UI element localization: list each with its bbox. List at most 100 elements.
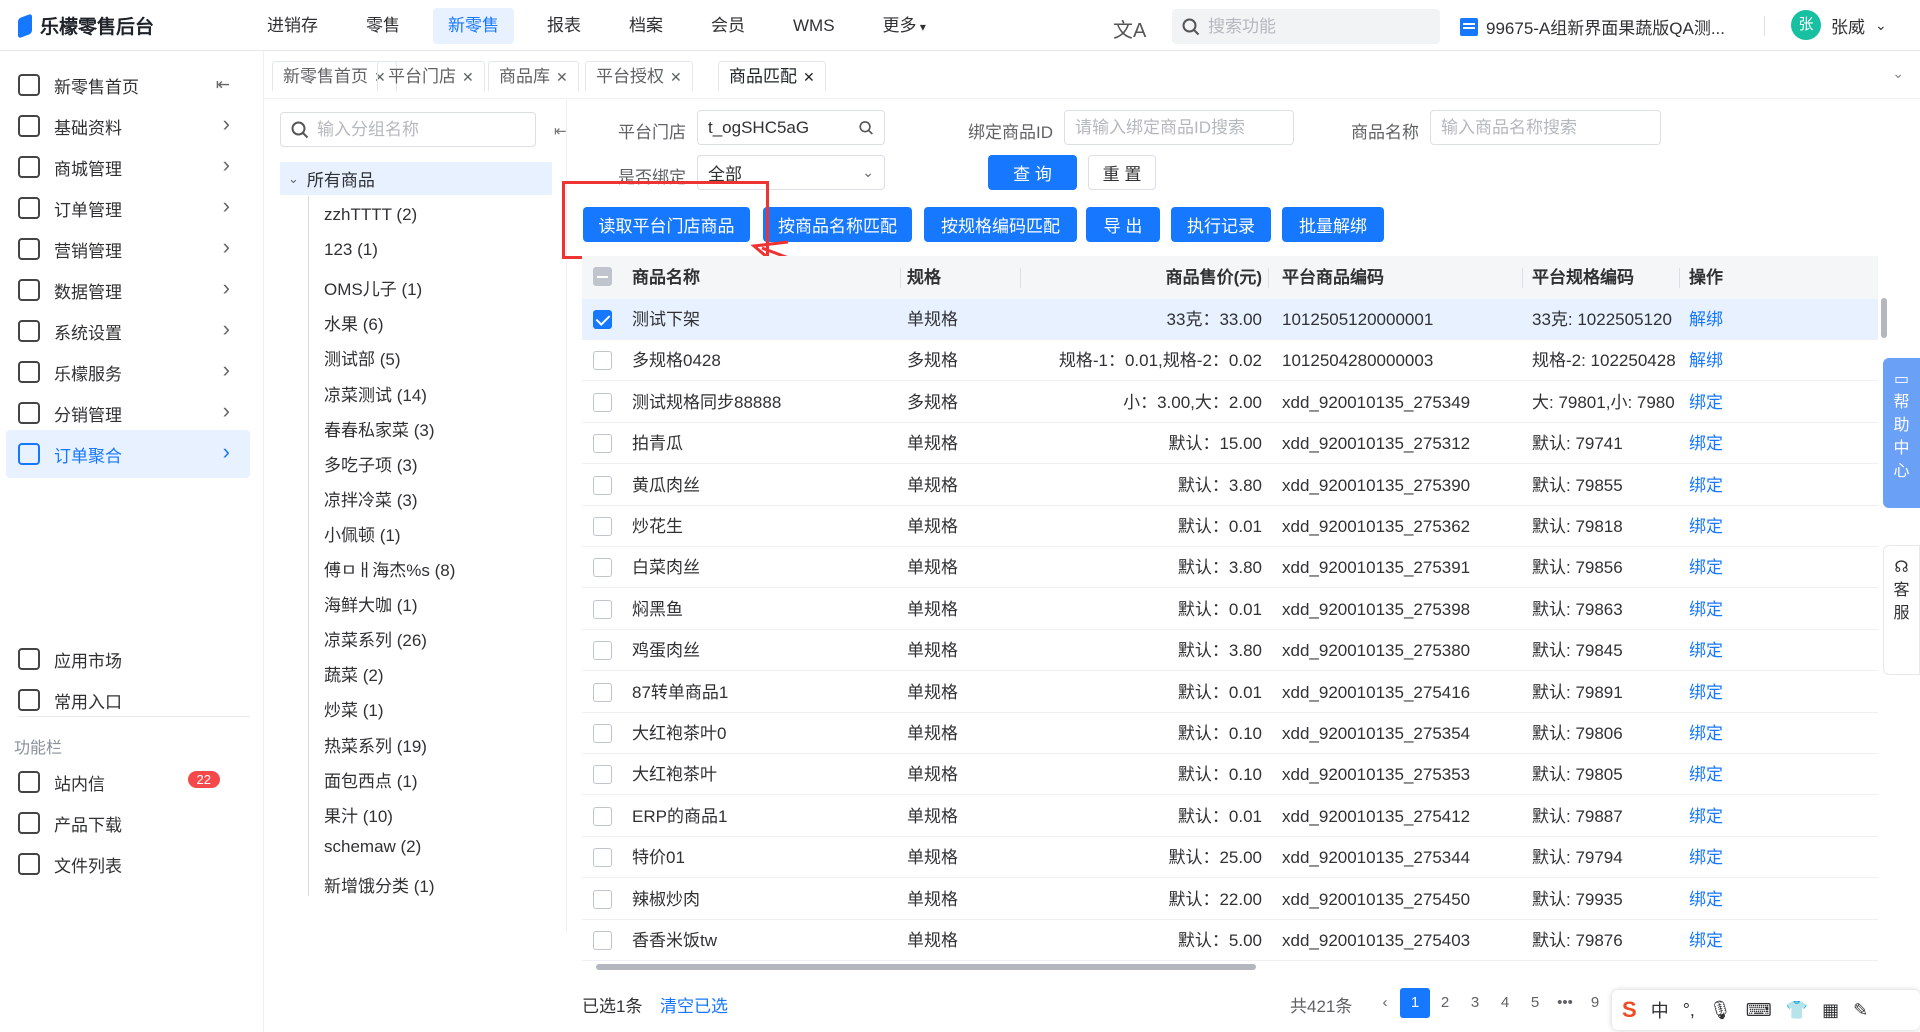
store-selector[interactable]: 99675-A组新界面果蔬版QA测... (1460, 14, 1725, 39)
nav-item-4[interactable]: 档案 (614, 8, 678, 44)
row-action-link[interactable]: 绑定 (1689, 879, 1723, 920)
table-row[interactable]: 香香米饭tw 单规格 默认：5.00 xdd_920010135_275403 默认: … (582, 920, 1878, 961)
row-checkbox[interactable] (593, 765, 612, 785)
page-number[interactable]: ••• (1550, 988, 1580, 1018)
tree-node[interactable]: 水果 (6) (324, 310, 384, 335)
tree-node[interactable]: 炒菜 (1) (324, 696, 384, 721)
nav-item-2[interactable]: 新零售 (433, 8, 514, 44)
row-checkbox[interactable] (593, 848, 612, 868)
ime-punct[interactable]: °, (1683, 1000, 1695, 1021)
table-row[interactable]: 测试规格同步88888 多规格 小：3.00,大：2.00 xdd_920010135… (582, 382, 1878, 423)
table-row[interactable]: 大红袍茶叶0 单规格 默认：0.10 xdd_920010135_275354 默认: … (582, 713, 1878, 754)
row-checkbox[interactable] (593, 392, 612, 412)
query-button[interactable]: 查 询 (988, 155, 1077, 190)
nav-item-5[interactable]: 会员 (696, 8, 760, 44)
tree-node[interactable]: 多吃子项 (3) (324, 451, 418, 476)
row-action-link[interactable]: 绑定 (1689, 423, 1723, 464)
table-row[interactable]: 黄瓜肉丝 单规格 默认：3.80 xdd_920010135_275390 默认: 79… (582, 465, 1878, 506)
row-action-link[interactable]: 解绑 (1689, 340, 1723, 381)
help-center-button[interactable]: ▭ 帮助中心 (1883, 358, 1920, 508)
skin-icon[interactable]: 👕 (1786, 1000, 1808, 1021)
translate-icon[interactable]: 文A (1113, 14, 1146, 43)
tree-node[interactable]: 凉拌冷菜 (3) (324, 486, 418, 511)
tree-node[interactable]: 凉菜系列 (26) (324, 626, 427, 651)
row-checkbox[interactable] (593, 682, 612, 702)
tree-node[interactable]: 春春私家菜 (3) (324, 416, 435, 441)
page-number[interactable]: 5 (1520, 988, 1550, 1018)
keyboard-icon[interactable]: ⌨ (1746, 1000, 1772, 1021)
table-row[interactable]: 拍青瓜 单规格 默认：15.00 xdd_920010135_275312 默认: 79… (582, 423, 1878, 465)
row-checkbox[interactable] (593, 310, 612, 329)
tab-3[interactable]: 平台授权 ✕ (585, 61, 693, 91)
table-row[interactable]: 辣椒炒肉 单规格 默认：22.00 xdd_920010135_275450 默认: 7… (582, 879, 1878, 920)
table-row[interactable]: ERP的商品1 单规格 默认：0.01 xdd_920010135_275412 默认:… (582, 796, 1878, 837)
tree-node[interactable]: schemaw (2) (324, 837, 421, 857)
row-action-link[interactable]: 解绑 (1689, 299, 1723, 340)
page-number[interactable]: 2 (1430, 988, 1460, 1018)
tree-node[interactable]: 热菜系列 (19) (324, 732, 427, 757)
row-action-link[interactable]: 绑定 (1689, 754, 1723, 795)
prev-page-icon[interactable]: ‹ (1370, 988, 1400, 1018)
nav-item-0[interactable]: 进销存 (252, 8, 333, 44)
table-row[interactable]: 多规格0428 多规格 规格-1：0.01,规格-2：0.02 10125042800… (582, 340, 1878, 382)
reset-button[interactable]: 重 置 (1088, 155, 1156, 190)
row-action-link[interactable]: 绑定 (1689, 382, 1723, 423)
collapse-tree-icon[interactable]: ⇤ (554, 122, 567, 140)
nav-item-6[interactable]: WMS (778, 8, 850, 44)
bind-id-input[interactable] (1075, 117, 1283, 138)
microphone-icon[interactable]: 🎙 (1709, 1000, 1732, 1021)
select-all-checkbox[interactable] (593, 267, 612, 286)
tree-root[interactable]: ⌄ 所有商品 (280, 162, 552, 195)
row-action-link[interactable]: 绑定 (1689, 920, 1723, 961)
nav-item-3[interactable]: 报表 (532, 8, 596, 44)
tree-node[interactable]: OMS儿子 (1) (324, 275, 422, 300)
user-menu[interactable]: 张 张威 ⌄ (1791, 10, 1887, 40)
row-checkbox[interactable] (593, 434, 612, 454)
tree-node[interactable]: 海鲜大咖 (1) (324, 591, 418, 616)
ime-logo-icon[interactable]: S (1622, 997, 1637, 1023)
sidebar-tool-2[interactable]: 文件列表 (0, 840, 250, 888)
app-logo[interactable]: 乐檬零售后台 (16, 12, 154, 39)
sidebar-item-9[interactable]: 订单聚合 › (6, 430, 250, 478)
search-icon[interactable] (859, 120, 874, 136)
bind-id-field[interactable] (1064, 110, 1294, 145)
table-row[interactable]: 白菜肉丝 单规格 默认：3.80 xdd_920010135_275391 默认: 79… (582, 547, 1878, 589)
row-action-link[interactable]: 绑定 (1689, 837, 1723, 878)
row-checkbox[interactable] (593, 931, 612, 950)
row-action-link[interactable]: 绑定 (1689, 547, 1723, 588)
row-action-link[interactable]: 绑定 (1689, 713, 1723, 754)
row-checkbox[interactable] (593, 351, 612, 371)
tab-4[interactable]: 商品匹配 ✕ (718, 61, 826, 91)
page-number[interactable]: 3 (1460, 988, 1490, 1018)
row-checkbox[interactable] (593, 889, 612, 909)
tree-search-input[interactable] (317, 119, 517, 140)
row-action-link[interactable]: 绑定 (1689, 465, 1723, 506)
name-filter-field[interactable] (1430, 110, 1661, 145)
row-action-link[interactable]: 绑定 (1689, 796, 1723, 837)
row-checkbox[interactable] (593, 724, 612, 743)
nav-item-7[interactable]: 更多 ▾ (868, 8, 941, 44)
close-icon[interactable]: ✕ (670, 69, 682, 85)
table-row[interactable]: 测试下架 单规格 33克：33.00 1012505120000001 33克: 102… (582, 299, 1878, 340)
table-row[interactable]: 焖黑鱼 单规格 默认：0.01 xdd_920010135_275398 默认: 798… (582, 589, 1878, 630)
row-action-link[interactable]: 绑定 (1689, 630, 1723, 671)
name-filter-input[interactable] (1441, 117, 1650, 138)
customer-service-button[interactable]: ☊ 客服 (1883, 545, 1920, 675)
horizontal-scrollbar[interactable] (596, 963, 1863, 971)
tab-1[interactable]: 平台门店 ✕ (377, 61, 485, 91)
row-action-link[interactable]: 绑定 (1689, 506, 1723, 547)
tree-search[interactable] (280, 112, 536, 147)
action-button-5[interactable]: 批量解绑 (1282, 207, 1384, 242)
table-row[interactable]: 鸡蛋肉丝 单规格 默认：3.80 xdd_920010135_275380 默认: 79… (582, 630, 1878, 672)
chevron-down-icon[interactable]: ⌄ (1892, 65, 1904, 82)
tree-node[interactable]: 123 (1) (324, 240, 378, 260)
action-button-3[interactable]: 导 出 (1086, 207, 1160, 242)
clear-selection-link[interactable]: 清空已选 (660, 992, 728, 1017)
action-button-4[interactable]: 执行记录 (1171, 207, 1271, 242)
tab-2[interactable]: 商品库 ✕ (488, 61, 579, 91)
ime-mode[interactable]: 中 (1651, 997, 1669, 1023)
grid-menu-icon[interactable]: ▦ (1822, 1000, 1839, 1021)
tree-node[interactable]: 新增饿分类 (1) (324, 872, 435, 897)
tree-node[interactable]: 果汁 (10) (324, 802, 393, 827)
close-icon[interactable]: ✕ (803, 69, 815, 85)
